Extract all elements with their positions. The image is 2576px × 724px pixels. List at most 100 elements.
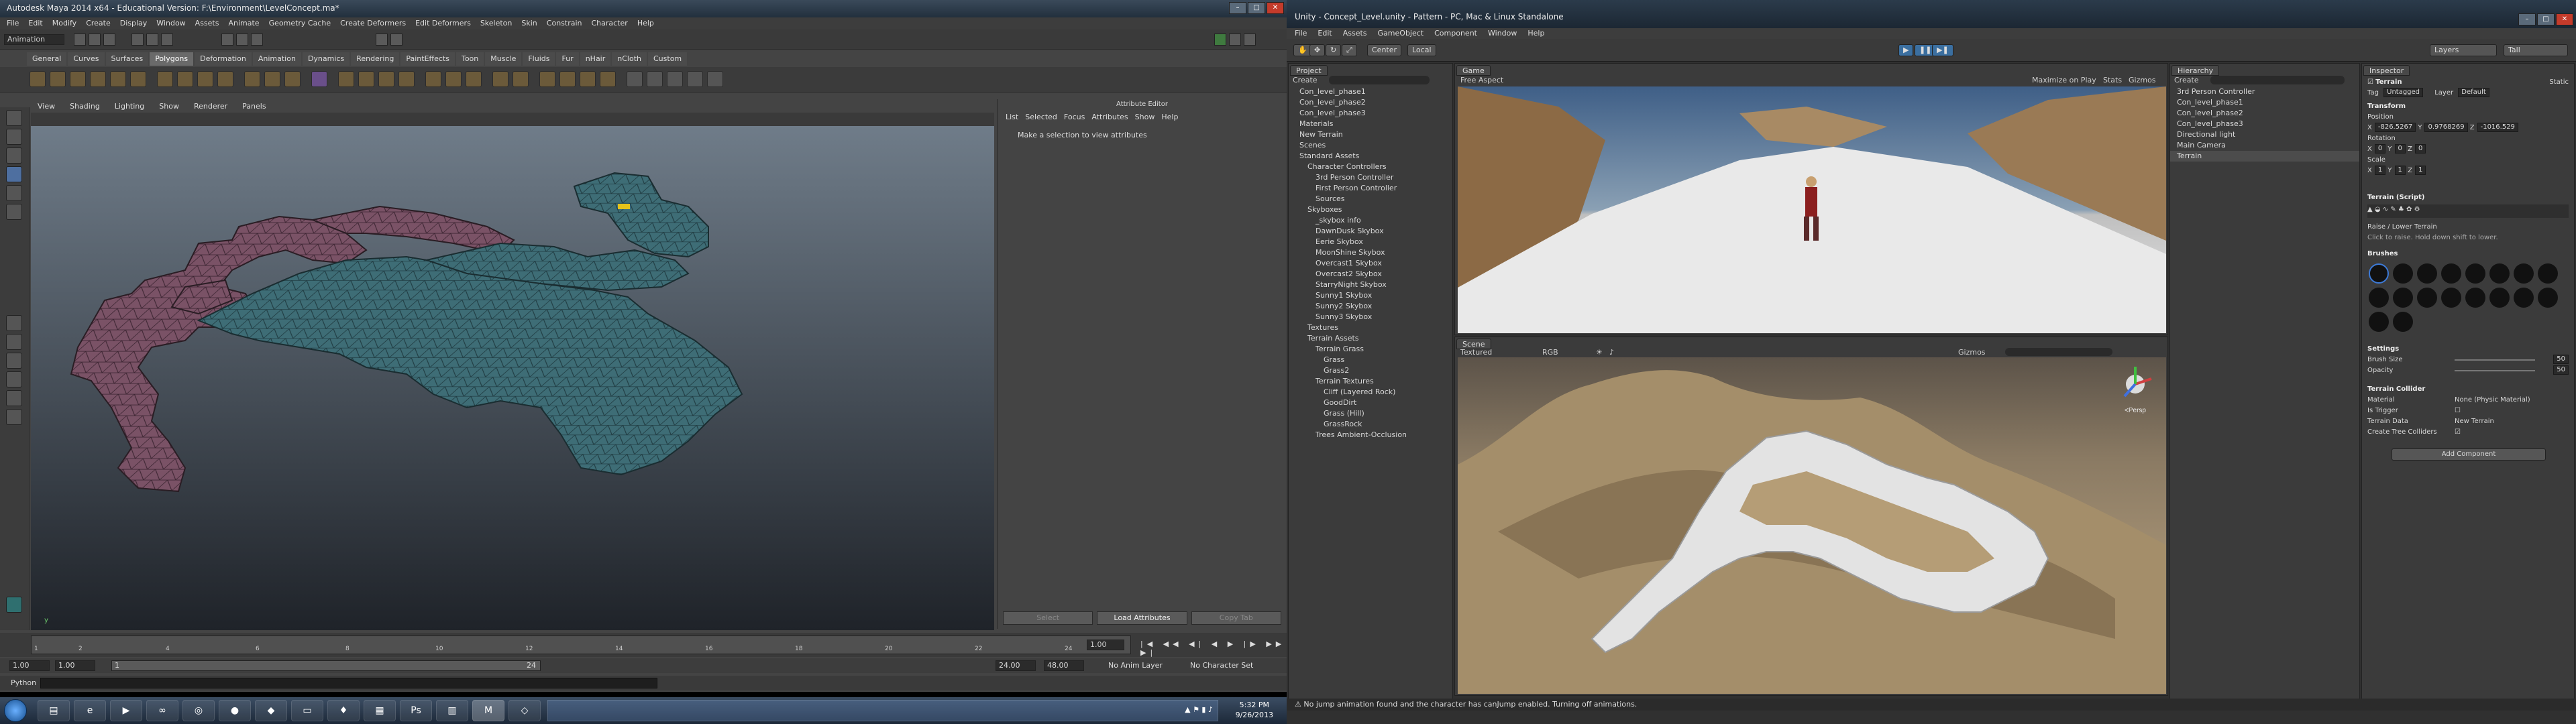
poly-cube-icon[interactable] (50, 71, 66, 87)
aspect-dropdown[interactable]: Free Aspect (1460, 76, 1503, 84)
tree-item[interactable]: Sunny2 Skybox (1291, 301, 1450, 312)
tree-item[interactable]: Con_level_phase1 (1291, 86, 1450, 97)
brush-15-icon[interactable] (2514, 288, 2534, 308)
scene-view[interactable]: <Persp (1458, 357, 2166, 694)
attr-menu-selected[interactable]: Selected (1025, 113, 1057, 121)
uv-planar-icon[interactable] (539, 71, 555, 87)
character-set-dropdown[interactable]: No Character Set (1190, 661, 1253, 670)
is-trigger-checkbox[interactable]: ☐ (2455, 406, 2461, 416)
project-create-button[interactable]: Create (1293, 76, 1318, 84)
anim-layer-dropdown[interactable]: No Anim Layer (1108, 661, 1163, 670)
shelf-tab-curves[interactable]: Curves (68, 52, 105, 66)
unity-menu-window[interactable]: Window (1488, 29, 1517, 38)
brush-17-icon[interactable] (2369, 312, 2389, 332)
boolean-union-icon[interactable] (244, 71, 260, 87)
snap-grid-icon[interactable] (221, 34, 233, 46)
active-checkbox[interactable]: ☑ (2367, 78, 2373, 86)
menu-assets[interactable]: Assets (195, 19, 219, 28)
stats-toggle[interactable]: Stats (2103, 76, 2122, 84)
internet-explorer-icon[interactable]: e (74, 700, 106, 721)
shelf-tab-dynamics[interactable]: Dynamics (302, 52, 350, 66)
ipr-render-icon[interactable] (390, 34, 402, 46)
step-button[interactable]: ▶❚ (1932, 44, 1953, 56)
unity-maximize-button[interactable]: □ (2537, 13, 2555, 25)
hierarchy-item[interactable]: Con_level_phase1 (2170, 97, 2359, 108)
tree-item[interactable]: StarryNight Skybox (1291, 280, 1450, 290)
tree-item[interactable]: Materials (1291, 119, 1450, 129)
menu-help[interactable]: Help (637, 19, 654, 28)
persp-label[interactable]: <Persp (2125, 407, 2146, 414)
tree-item[interactable]: Grass (1291, 355, 1450, 365)
unity-menu-gameobject[interactable]: GameObject (1378, 29, 1424, 38)
tree-item[interactable]: _skybox info (1291, 215, 1450, 226)
tree-item[interactable]: DawnDusk Skybox (1291, 226, 1450, 237)
hierarchy-search-input[interactable] (2210, 76, 2345, 84)
poly-cone-icon[interactable] (90, 71, 106, 87)
tree-item[interactable]: Skyboxes (1291, 204, 1450, 215)
outliner-layout-icon[interactable] (6, 409, 22, 425)
boolean-intersection-icon[interactable] (284, 71, 301, 87)
poly-plane-icon[interactable] (110, 71, 126, 87)
attr-menu-attributes[interactable]: Attributes (1091, 113, 1128, 121)
unity-menu-edit[interactable]: Edit (1318, 29, 1332, 38)
game-view[interactable] (1458, 86, 2166, 333)
menu-skeleton[interactable]: Skeleton (480, 19, 513, 28)
hierarchy-item[interactable]: Con_level_phase2 (2170, 108, 2359, 119)
tree-item[interactable]: Terrain Assets (1291, 333, 1450, 344)
brush-5-icon[interactable] (2465, 263, 2485, 284)
menu-create[interactable]: Create (86, 19, 111, 28)
tree-item[interactable]: Overcast2 Skybox (1291, 269, 1450, 280)
unity-menu-assets[interactable]: Assets (1343, 29, 1367, 38)
terrain-collider-header[interactable]: Terrain Collider (2367, 384, 2569, 395)
paint-select-tool-icon[interactable] (6, 147, 22, 164)
panel-menu-show[interactable]: Show (159, 102, 179, 113)
checker-4-icon[interactable] (687, 71, 703, 87)
panel-menu-view[interactable]: View (38, 102, 55, 113)
range-bar[interactable]: 1 24 (111, 660, 541, 671)
connect-icon[interactable]: ∞ (146, 700, 178, 721)
attribute-editor-toggle-icon[interactable] (1229, 34, 1241, 46)
uv-automatic-icon[interactable] (600, 71, 616, 87)
open-scene-icon[interactable] (89, 34, 101, 46)
shelf-tab-rendering[interactable]: Rendering (351, 52, 400, 66)
tree-item[interactable]: Eerie Skybox (1291, 237, 1450, 247)
explorer-folder-icon[interactable]: ▦ (364, 700, 396, 721)
scene-audio-toggle-icon[interactable]: ♪ (1609, 348, 1614, 357)
attr-menu-focus[interactable]: Focus (1064, 113, 1085, 121)
tree-item[interactable]: Grass (Hill) (1291, 408, 1450, 419)
tab-inspector[interactable]: Inspector (2363, 65, 2410, 76)
collapse-icon[interactable] (513, 71, 529, 87)
layer-dropdown[interactable]: Default (2458, 88, 2489, 97)
position-y-field[interactable]: 0.9768269 (2424, 123, 2468, 132)
tool-settings-toggle-icon[interactable] (1244, 34, 1256, 46)
tree-item[interactable]: Textures (1291, 322, 1450, 333)
tab-project[interactable]: Project (1290, 65, 1328, 76)
select-component-icon[interactable] (161, 34, 173, 46)
position-x-field[interactable]: -826.5267 (2374, 123, 2416, 132)
menu-edit[interactable]: Edit (28, 19, 42, 28)
tree-item[interactable]: Trees Ambient-Occlusion (1291, 430, 1450, 440)
brush-18-icon[interactable] (2393, 312, 2413, 332)
render-icon[interactable] (376, 34, 388, 46)
tree-item[interactable]: First Person Controller (1291, 183, 1450, 194)
brush-11-icon[interactable] (2417, 288, 2437, 308)
scale-z-field[interactable]: 1 (2414, 166, 2426, 175)
material-field[interactable]: None (Physic Material) (2455, 395, 2530, 406)
window-app-icon[interactable]: ▭ (291, 700, 323, 721)
layout-dropdown[interactable]: Tall (2504, 44, 2568, 56)
extract-icon[interactable] (197, 71, 213, 87)
attr-menu-show[interactable]: Show (1135, 113, 1155, 121)
command-input[interactable] (40, 678, 657, 688)
brush-1-icon[interactable] (2369, 263, 2389, 284)
merge-vertices-icon[interactable] (492, 71, 508, 87)
split-polygon-icon[interactable] (398, 71, 415, 87)
uv-cylindrical-icon[interactable] (559, 71, 576, 87)
start-time-field[interactable]: 1.00 (9, 660, 50, 671)
photoshop-icon[interactable]: Ps (400, 700, 432, 721)
taskbar-window-area[interactable] (547, 700, 1218, 721)
unity-taskbar-icon[interactable]: ◇ (508, 700, 541, 721)
game-app-icon[interactable]: ♦ (327, 700, 360, 721)
close-button[interactable]: ✕ (1267, 2, 1284, 14)
maximize-on-play-toggle[interactable]: Maximize on Play (2032, 76, 2096, 84)
menu-create-deformers[interactable]: Create Deformers (340, 19, 406, 28)
